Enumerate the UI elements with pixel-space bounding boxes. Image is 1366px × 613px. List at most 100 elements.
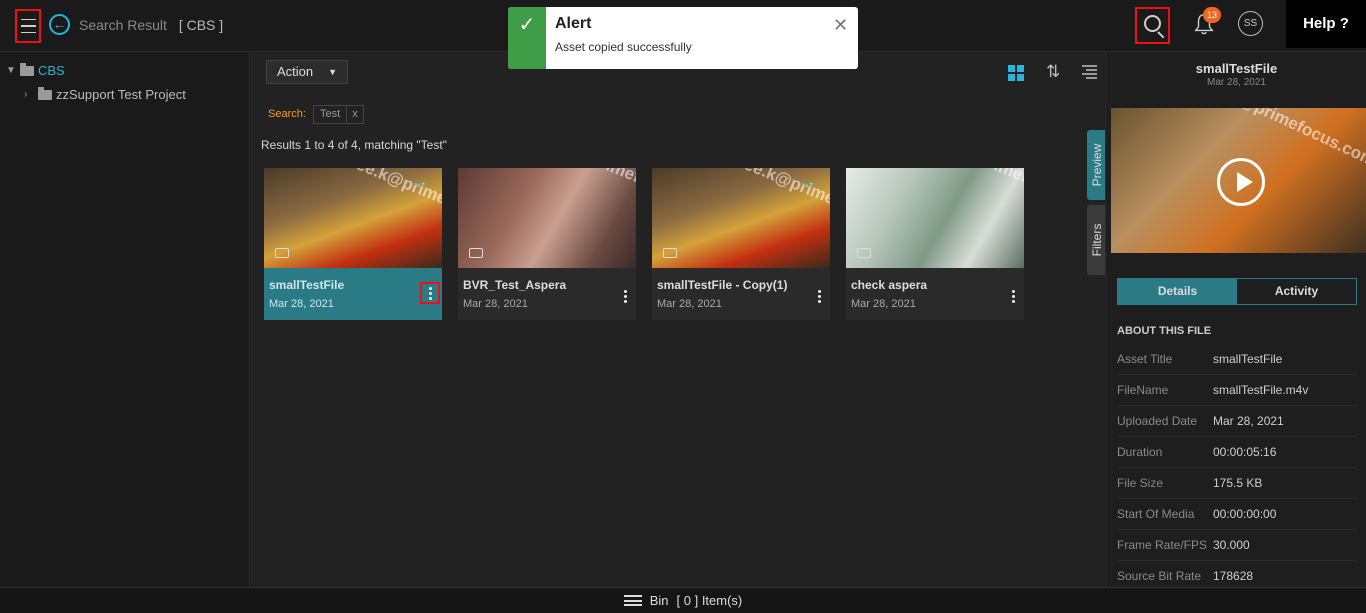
action-label: Action xyxy=(277,64,314,79)
asset-thumbnail[interactable]: shilpashree.k@primefocus 28.03.2021 14:4… xyxy=(264,168,442,268)
tab-activity[interactable]: Activity xyxy=(1237,279,1356,304)
breadcrumb-label: Search Result xyxy=(79,17,167,33)
play-icon[interactable] xyxy=(1217,158,1265,206)
avatar[interactable]: SS xyxy=(1238,11,1263,36)
notification-badge: 13 xyxy=(1203,7,1221,23)
tab-preview-label: Preview xyxy=(1090,143,1104,187)
asset-card[interactable]: shilpashree.k@primefocus 28.03.2021 14:4… xyxy=(264,168,442,320)
breadcrumb-project[interactable]: [ CBS ] xyxy=(179,17,223,33)
check-icon: ✓ xyxy=(508,7,546,69)
metadata-value: smallTestFile.m4v xyxy=(1213,383,1309,397)
asset-name: smallTestFile xyxy=(269,278,345,292)
asset-card[interactable]: shilpashree.k@primefocus 28.03.2021 14:4… xyxy=(846,168,1024,320)
section-title: ABOUT THIS FILE xyxy=(1117,325,1212,337)
results-pane: Action ▼ ⇅ Search: Test x Results 1 to 4… xyxy=(251,53,1104,587)
metadata-list: Asset Title smallTestFile FileName smallTe… xyxy=(1117,344,1357,587)
breadcrumb: Search Result [ CBS ] xyxy=(79,17,223,33)
metadata-row: Uploaded Date Mar 28, 2021 xyxy=(1117,406,1357,437)
list-view-icon[interactable] xyxy=(1082,65,1097,79)
metadata-value: 30.000 xyxy=(1213,538,1250,552)
search-chip: Test x xyxy=(313,105,364,124)
search-term: Test xyxy=(320,108,341,120)
sort-icon[interactable]: ⇅ xyxy=(1046,62,1060,82)
asset-name: BVR_Test_Aspera xyxy=(463,278,567,292)
video-camera-icon xyxy=(275,248,289,258)
metadata-row: Source Bit Rate 178628 xyxy=(1117,561,1357,587)
asset-thumbnail[interactable]: shilpashree.k@primefocus 28.03.2021 14:4… xyxy=(458,168,636,268)
metadata-key: Frame Rate/FPS xyxy=(1117,538,1208,552)
metadata-value: smallTestFile xyxy=(1213,352,1283,366)
action-dropdown[interactable]: Action ▼ xyxy=(266,60,348,84)
metadata-row: Frame Rate/FPS 30.000 xyxy=(1117,530,1357,561)
search-icon[interactable] xyxy=(1135,7,1170,44)
metadata-key: Duration xyxy=(1117,445,1163,459)
tree-item-label: zzSupport Test Project xyxy=(56,87,186,102)
asset-name: smallTestFile - Copy(1) xyxy=(657,278,788,292)
tab-filters-label: Filters xyxy=(1090,223,1104,257)
metadata-row: Start Of Media 00:00:00:00 xyxy=(1117,499,1357,530)
metadata-value: 175.5 KB xyxy=(1213,476,1263,490)
folder-icon xyxy=(20,62,34,76)
tab-details[interactable]: Details xyxy=(1118,279,1237,304)
details-panel: smallTestFile Mar 28, 2021 shilpashree.k… xyxy=(1105,53,1366,587)
video-camera-icon xyxy=(663,248,677,258)
tree-item-label: CBS xyxy=(38,63,65,78)
asset-date: Mar 28, 2021 xyxy=(269,298,334,310)
activity-icon: 〰 xyxy=(802,178,815,192)
asset-date: Mar 28, 2021 xyxy=(657,298,722,310)
folder-icon xyxy=(38,86,52,100)
asset-name: check aspera xyxy=(851,278,928,292)
metadata-key: Source Bit Rate xyxy=(1117,569,1202,583)
alert-title: Alert xyxy=(555,15,592,32)
folder-tree: ▼ CBS › zzSupport Test Project xyxy=(0,53,250,587)
tree-item-root[interactable]: ▼ CBS xyxy=(6,62,65,78)
alert-toast: ✓ Alert Asset copied successfully ✕ xyxy=(508,7,858,69)
watermark: shilpashree.k@primefocus 28.03.2021 14:4… xyxy=(859,168,1024,268)
asset-thumbnail[interactable]: shilpashree.k@primefocus 28.03.2021 14:4… xyxy=(652,168,830,268)
video-preview[interactable]: shilpashree.k@primefocus.com 28.03.2021 … xyxy=(1111,108,1366,253)
more-options-icon[interactable] xyxy=(809,285,829,307)
tree-item-child[interactable]: › zzSupport Test Project xyxy=(24,86,186,102)
more-options-icon[interactable] xyxy=(615,285,635,307)
metadata-key: Uploaded Date xyxy=(1117,414,1198,428)
asset-card[interactable]: shilpashree.k@primefocus 28.03.2021 14:4… xyxy=(458,168,636,320)
more-options-icon[interactable] xyxy=(1003,285,1023,307)
bin-bar[interactable]: Bin [ 0 ] Item(s) xyxy=(0,587,1366,613)
asset-card[interactable]: shilpashree.k@primefocus 28.03.2021 14:4… xyxy=(652,168,830,320)
bin-label: Bin xyxy=(649,593,669,608)
metadata-value: 00:00:00:00 xyxy=(1213,507,1277,521)
close-icon[interactable]: ✕ xyxy=(833,15,848,36)
help-button[interactable]: Help ? xyxy=(1286,0,1366,48)
more-options-icon[interactable] xyxy=(420,282,440,304)
search-label: Search: xyxy=(268,108,306,120)
menu-icon[interactable] xyxy=(623,595,642,606)
watermark: shilpashree.k@primefocus 28.03.2021 14:4… xyxy=(471,168,636,268)
metadata-key: Asset Title xyxy=(1117,352,1173,366)
bin-count: [ 0 ] Item(s) xyxy=(676,593,743,608)
metadata-key: File Size xyxy=(1117,476,1164,490)
asset-date: Mar 28, 2021 xyxy=(463,298,528,310)
menu-icon[interactable] xyxy=(15,9,41,43)
details-date: Mar 28, 2021 xyxy=(1207,77,1266,88)
clear-search-button[interactable]: x xyxy=(346,106,363,123)
metadata-value: 00:00:05:16 xyxy=(1213,445,1277,459)
metadata-row: FileName smallTestFile.m4v xyxy=(1117,375,1357,406)
details-title: smallTestFile xyxy=(1195,61,1278,76)
asset-thumbnail[interactable]: shilpashree.k@primefocus 28.03.2021 14:4… xyxy=(846,168,1024,268)
tab-filters[interactable]: Filters xyxy=(1087,205,1106,275)
asset-date: Mar 28, 2021 xyxy=(851,298,916,310)
results-summary: Results 1 to 4 of 4, matching "Test" xyxy=(261,138,447,152)
metadata-key: Start Of Media xyxy=(1117,507,1195,521)
tab-preview[interactable]: Preview xyxy=(1087,130,1106,200)
metadata-value: Mar 28, 2021 xyxy=(1213,414,1284,428)
grid-view-icon[interactable] xyxy=(1008,65,1024,81)
alert-message: Asset copied successfully xyxy=(555,40,692,54)
chevron-right-icon[interactable]: › xyxy=(24,89,34,100)
metadata-value: 178628 xyxy=(1213,569,1254,583)
metadata-row: Duration 00:00:05:16 xyxy=(1117,437,1357,468)
video-camera-icon xyxy=(469,248,483,258)
chevron-down-icon[interactable]: ▼ xyxy=(6,65,16,76)
video-camera-icon xyxy=(857,248,871,258)
details-tabs: Details Activity xyxy=(1117,278,1357,305)
back-arrow-icon[interactable]: ← xyxy=(49,14,70,35)
